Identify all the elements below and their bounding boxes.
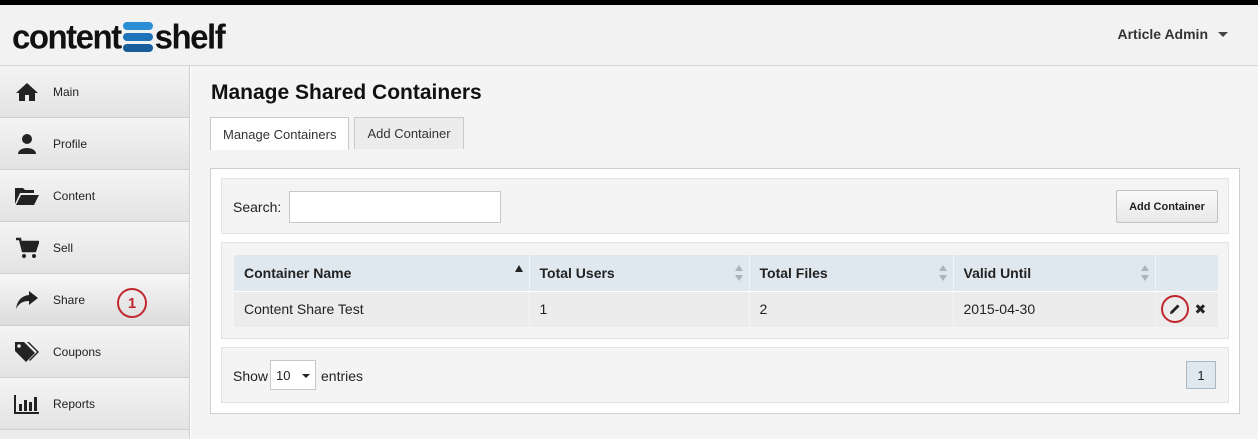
pagination-page-button[interactable]: 1 — [1186, 361, 1216, 389]
cell-actions: ✖ — [1155, 290, 1219, 327]
show-label: Show — [233, 368, 269, 384]
logo-stack-icon — [122, 22, 153, 52]
sort-both-icon — [938, 265, 947, 281]
bar-chart-icon — [14, 393, 40, 415]
add-container-button[interactable]: Add Container — [1116, 190, 1218, 223]
cell-total-users: 1 — [529, 290, 750, 327]
user-menu[interactable]: Article Admin — [1117, 26, 1228, 42]
sidebar-item-profile[interactable]: Profile — [0, 118, 189, 170]
sort-both-icon — [1140, 265, 1149, 281]
column-header-label: Container Name — [244, 264, 352, 281]
folder-open-icon — [14, 185, 40, 207]
column-header-total-users[interactable]: Total Users — [529, 255, 750, 291]
search-input[interactable] — [289, 191, 501, 223]
cell-container-name: Content Share Test — [234, 290, 530, 327]
pencil-icon — [1169, 304, 1179, 315]
tab-bar: Manage Containers Add Container — [210, 117, 464, 150]
cart-icon — [14, 237, 40, 259]
chevron-down-icon — [302, 374, 310, 378]
search-bar: Search: Add Container — [221, 178, 1229, 234]
entries-label: entries — [321, 368, 364, 384]
column-header-label: Total Files — [759, 264, 828, 281]
logo-text-right: shelf — [154, 17, 226, 56]
sidebar-item-share[interactable]: Share 1 — [0, 274, 189, 326]
sidebar-item-label: Reports — [53, 396, 96, 411]
table-header-row: Container Name Total Users Total Files V… — [234, 255, 1219, 291]
app-header: content shelf Article Admin — [0, 5, 1258, 66]
sort-ascending-icon — [514, 265, 523, 272]
tab-manage-containers[interactable]: Manage Containers — [210, 117, 350, 150]
sidebar-item-label: Content — [53, 188, 96, 203]
page-title: Manage Shared Containers — [211, 81, 482, 104]
sidebar-item-label: Share — [53, 292, 86, 307]
cell-total-files: 2 — [749, 290, 954, 327]
logo-text-left: content — [12, 17, 122, 56]
sidebar-item-label: Profile — [53, 136, 88, 151]
user-name: Article Admin — [1117, 26, 1209, 42]
cell-valid-until: 2015-04-30 — [953, 290, 1156, 327]
table-footer: Show 10 entries 1 — [221, 347, 1229, 403]
row-actions: ✖ — [1156, 295, 1218, 324]
entries-per-page-select[interactable]: 10 — [270, 360, 316, 390]
edit-button[interactable] — [1160, 295, 1189, 324]
delete-icon[interactable]: ✖ — [1195, 301, 1207, 318]
sidebar-item-label: Sell — [53, 240, 74, 255]
column-header-actions — [1155, 255, 1219, 291]
sidebar-item-main[interactable]: Main — [0, 66, 189, 118]
step-badge: 1 — [117, 288, 147, 318]
sort-both-icon — [734, 265, 743, 281]
sidebar-item-reports[interactable]: Reports — [0, 378, 189, 430]
sidebar-item-label: Main — [53, 84, 80, 99]
column-header-total-files[interactable]: Total Files — [749, 255, 954, 291]
sidebar-item-sell[interactable]: Sell — [0, 222, 189, 274]
entries-select-value: 10 — [276, 367, 291, 383]
contentshelf-logo[interactable]: content shelf — [12, 17, 226, 57]
sidebar-item-content[interactable]: Content — [0, 170, 189, 222]
sidebar-item-label: Coupons — [53, 344, 102, 359]
column-header-container-name[interactable]: Container Name — [234, 255, 530, 291]
sidebar: Main Profile Content Sell Share 1 Coupon… — [0, 66, 190, 439]
table-wrapper: Container Name Total Users Total Files V… — [221, 242, 1229, 339]
main-content: Manage Shared Containers Manage Containe… — [191, 66, 1258, 439]
containers-panel: Search: Add Container Container Name Tot… — [210, 168, 1240, 414]
sidebar-item-coupons[interactable]: Coupons — [0, 326, 189, 378]
table-row: Content Share Test 1 2 2015-04-30 ✖ — [234, 290, 1219, 327]
share-icon — [14, 289, 40, 311]
column-header-valid-until[interactable]: Valid Until — [953, 255, 1156, 291]
tab-add-container[interactable]: Add Container — [354, 117, 464, 149]
column-header-label: Valid Until — [963, 264, 1032, 281]
chevron-down-icon — [1218, 31, 1228, 37]
search-label: Search: — [233, 199, 282, 215]
user-icon — [14, 133, 40, 155]
column-header-label: Total Users — [539, 264, 615, 281]
containers-table: Container Name Total Users Total Files V… — [234, 255, 1219, 327]
home-icon — [14, 81, 40, 103]
tags-icon — [14, 341, 40, 363]
